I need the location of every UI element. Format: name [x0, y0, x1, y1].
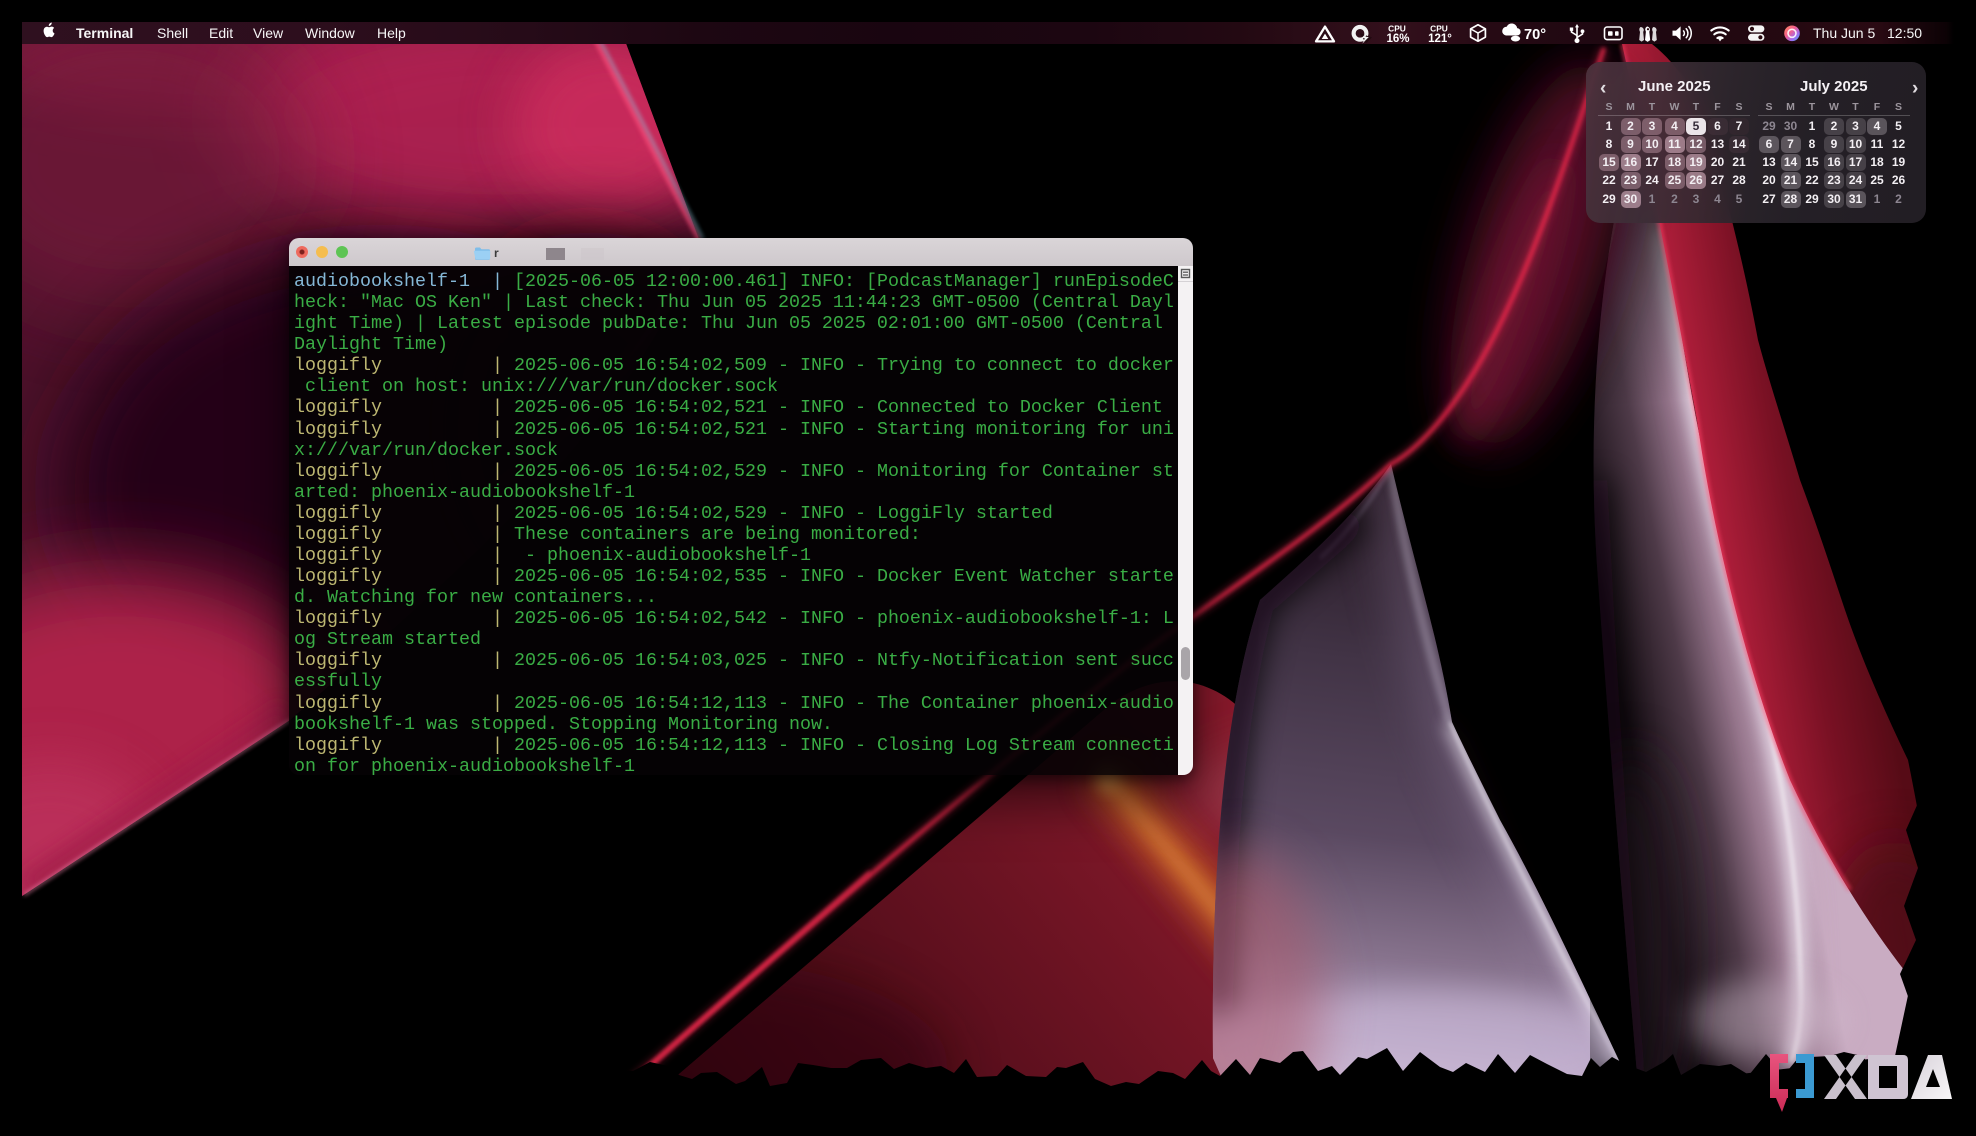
svg-text:CPU: CPU [1430, 23, 1448, 33]
svg-text:CPU: CPU [1388, 23, 1406, 33]
svg-text:70°: 70° [1524, 27, 1546, 43]
svg-text:r: r [494, 246, 499, 260]
svg-text:16%: 16% [1386, 33, 1409, 44]
svg-text:121°: 121° [1428, 33, 1452, 44]
